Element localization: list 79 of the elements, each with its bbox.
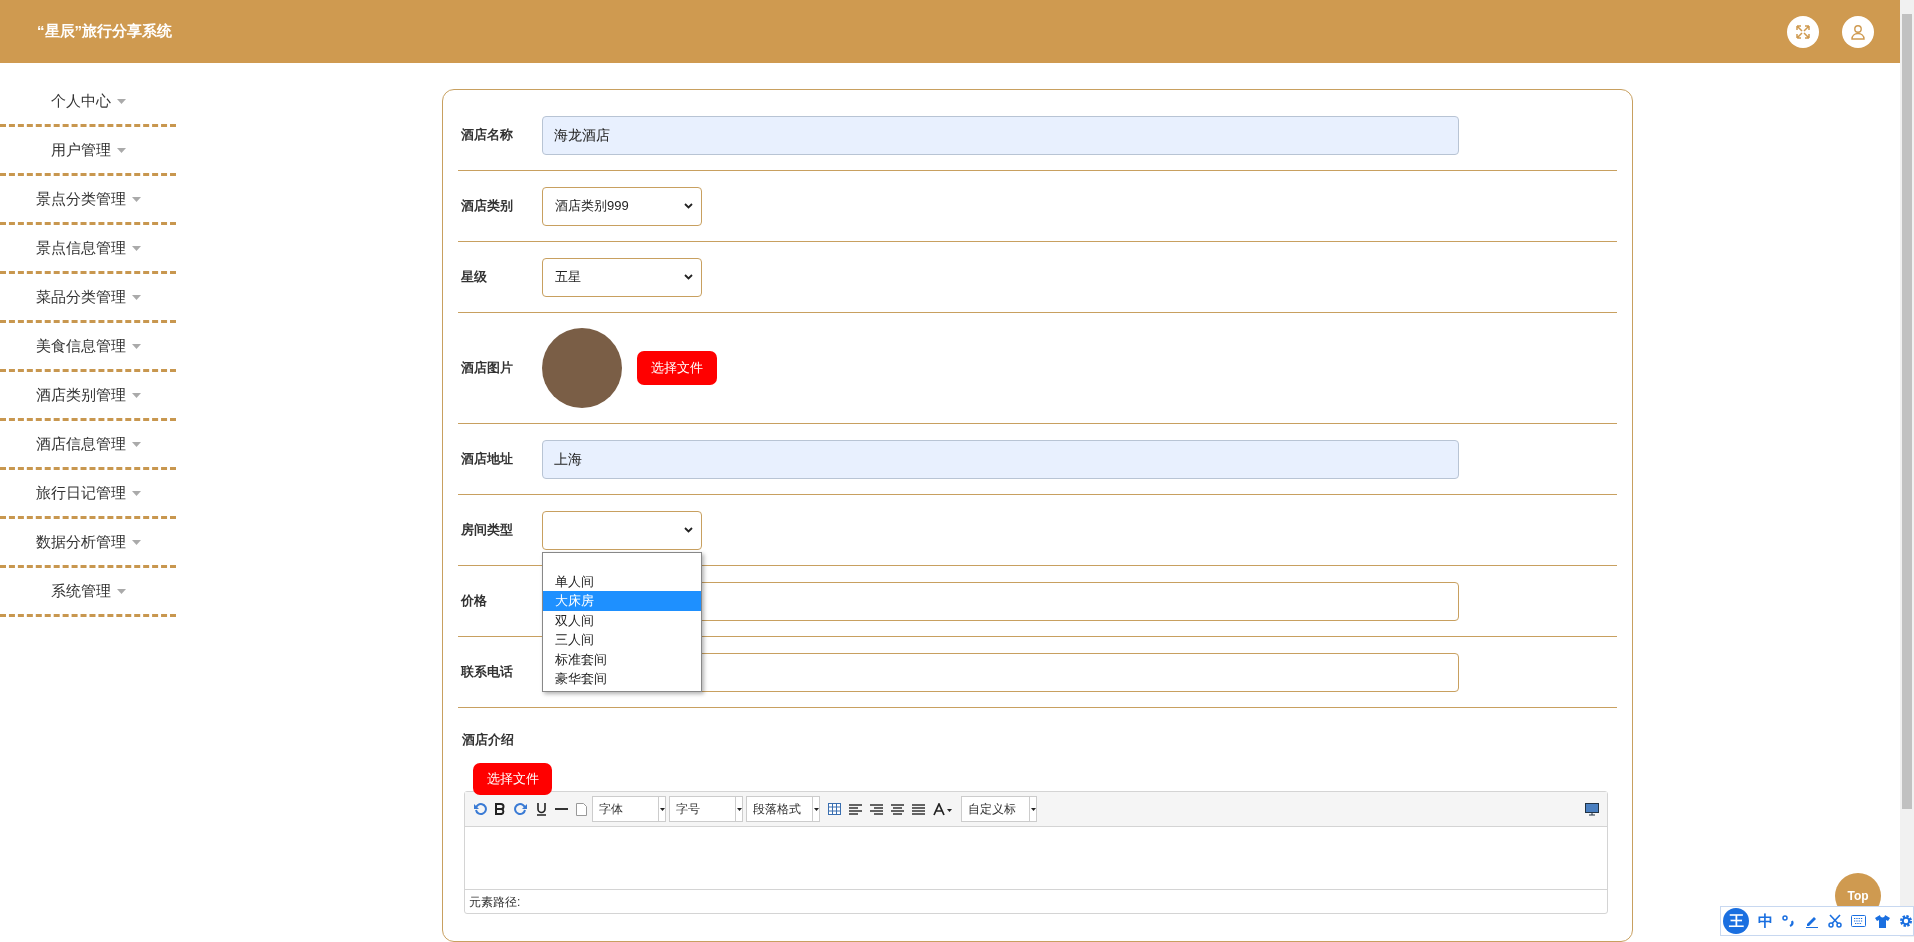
field-label: 房间类型 <box>460 521 514 540</box>
page-icon[interactable] <box>576 802 587 816</box>
field-label: 酒店类别 <box>460 197 514 216</box>
field-label: 酒店介绍 <box>462 730 514 749</box>
caret-icon <box>659 807 665 811</box>
undo-icon[interactable] <box>473 802 487 816</box>
sidebar-item[interactable]: 系统管理 <box>0 568 176 617</box>
chevron-down-icon <box>684 203 693 209</box>
field-label: 星级 <box>460 268 488 287</box>
caret-icon <box>131 196 141 202</box>
sidebar-item[interactable]: 用户管理 <box>0 127 176 176</box>
caret-icon <box>131 245 141 251</box>
field-label: 价格 <box>459 592 488 611</box>
choose-file-button[interactable]: 选择文件 <box>473 763 552 795</box>
caret-icon <box>116 147 126 153</box>
caret-icon <box>131 490 141 496</box>
font-color-icon[interactable] <box>933 802 953 816</box>
ime-mode[interactable]: 中 <box>1758 909 1773 933</box>
select-field[interactable]: 五星 <box>542 257 702 297</box>
caret-icon <box>736 807 742 811</box>
sidebar-item[interactable]: 个人中心 <box>0 78 176 127</box>
toolbar-select[interactable]: 段落格式 <box>746 796 820 822</box>
align-justify-icon[interactable] <box>912 803 925 815</box>
align-left-icon[interactable] <box>849 803 862 815</box>
sidebar-item[interactable]: 景点信息管理 <box>0 225 176 274</box>
sidebar-item[interactable]: 数据分析管理 <box>0 519 176 568</box>
input-field[interactable]: 上海 <box>542 439 1459 479</box>
dropdown-option[interactable]: 三人间 <box>543 630 701 650</box>
dropdown-option[interactable]: 单人间 <box>543 571 701 591</box>
dropdown-option[interactable]: 双人间 <box>543 610 701 630</box>
dropdown-option[interactable]: 豪华套间 <box>543 669 701 689</box>
field-label: 酒店名称 <box>460 126 514 145</box>
app-title: “星辰”旅行分享系统 <box>37 21 172 42</box>
caret-icon <box>1030 807 1036 811</box>
toolbar-select[interactable]: 字号 <box>669 796 743 822</box>
settings-icon[interactable] <box>1899 914 1913 928</box>
user-icon[interactable] <box>1842 15 1874 48</box>
caret-icon <box>131 343 141 349</box>
choose-file-button[interactable]: 选择文件 <box>637 351 717 385</box>
keyboard-icon[interactable] <box>1851 915 1866 927</box>
caret-icon <box>131 441 141 447</box>
redo-icon[interactable] <box>514 802 528 816</box>
input-field[interactable]: 海龙酒店 <box>542 115 1459 155</box>
field-label: 酒店图片 <box>460 359 514 378</box>
select-field[interactable]: 酒店类别999 <box>542 186 702 226</box>
field-label: 联系电话 <box>460 663 514 682</box>
sidebar-item[interactable]: 酒店信息管理 <box>0 421 176 470</box>
chevron-down-icon <box>684 527 693 533</box>
caret-icon <box>131 294 141 300</box>
underline-icon[interactable] <box>536 802 547 816</box>
caret-icon <box>116 98 126 104</box>
caret-icon <box>131 539 141 545</box>
chevron-down-icon <box>684 274 693 280</box>
sidebar-item[interactable]: 美食信息管理 <box>0 323 176 372</box>
toolbar-select[interactable]: 自定义标 <box>961 796 1037 822</box>
sidebar-item[interactable]: 景点分类管理 <box>0 176 176 225</box>
select-field[interactable] <box>542 510 702 550</box>
align-center-icon[interactable] <box>891 803 904 815</box>
ime-logo[interactable]: 王 <box>1723 908 1749 934</box>
punctuation-icon[interactable] <box>1782 914 1796 928</box>
toolbar-select[interactable]: 字体 <box>592 796 666 822</box>
caret-icon <box>116 588 126 594</box>
monitor-icon[interactable] <box>1585 802 1599 816</box>
fullscreen-icon[interactable] <box>1787 15 1819 48</box>
sidebar-item[interactable]: 旅行日记管理 <box>0 470 176 519</box>
sidebar-item[interactable]: 酒店类别管理 <box>0 372 176 421</box>
dropdown-option[interactable]: 标准套间 <box>543 649 701 669</box>
bold-icon[interactable] <box>495 803 506 815</box>
element-path: 元素路径: <box>465 889 1607 913</box>
caret-icon <box>131 392 141 398</box>
field-label: 酒店地址 <box>460 450 514 469</box>
pen-icon[interactable] <box>1805 914 1819 928</box>
scissors-icon[interactable] <box>1828 914 1842 928</box>
align-right-icon[interactable] <box>870 803 883 815</box>
caret-icon <box>813 807 819 811</box>
scrollbar[interactable] <box>1900 0 1914 937</box>
shirt-icon[interactable] <box>1875 914 1890 928</box>
sidebar-item[interactable]: 菜品分类管理 <box>0 274 176 323</box>
table-icon[interactable] <box>828 803 841 815</box>
